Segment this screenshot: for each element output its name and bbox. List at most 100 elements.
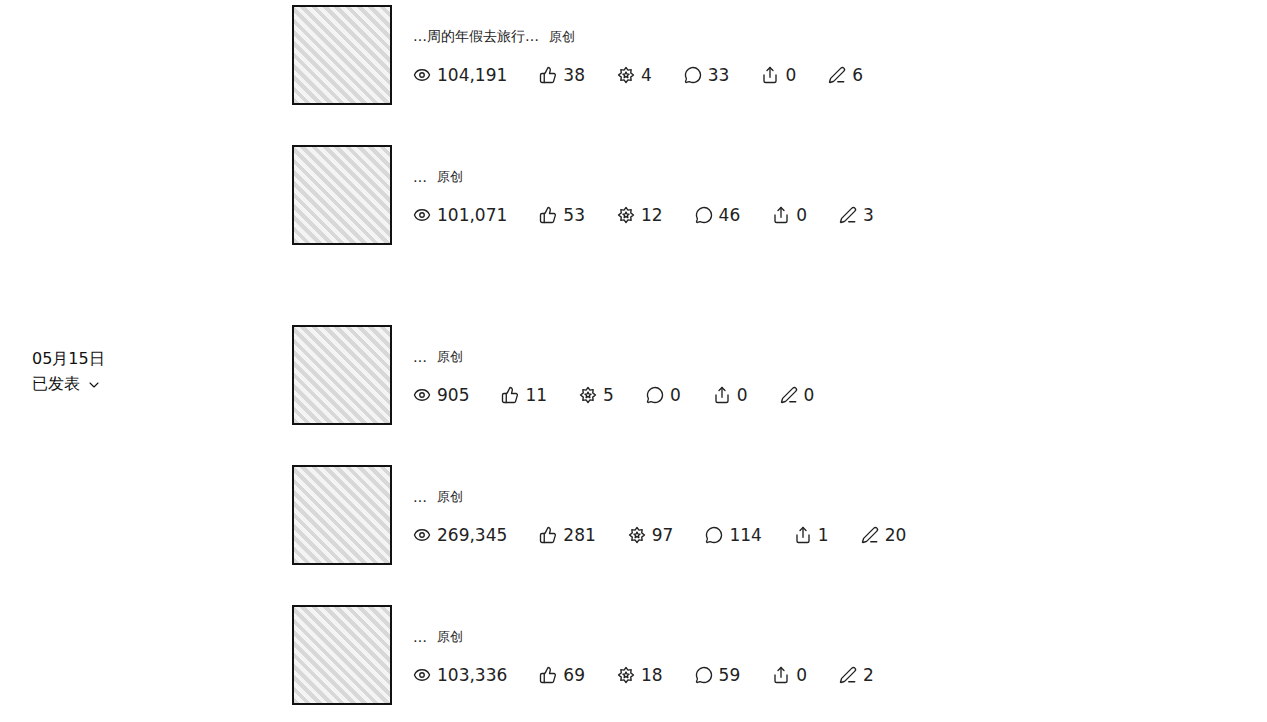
thumbs-up-icon [539, 666, 557, 684]
thumbs-up-icon [539, 206, 557, 224]
shares-stat: 1 [794, 525, 829, 545]
comments-stat: 114 [705, 525, 761, 545]
likes-stat: 69 [539, 665, 585, 685]
comment-icon [705, 526, 723, 544]
notes-stat: 0 [780, 385, 815, 405]
wow-icon [617, 66, 635, 84]
article-content: … 原创 269,345 281 97 114 1 20 [413, 465, 992, 565]
views-stat: 269,345 [413, 525, 507, 545]
thumbs-up-icon [539, 526, 557, 544]
stats-row: 101,071 53 12 46 0 3 [413, 205, 992, 225]
article-title[interactable]: … [413, 489, 427, 505]
title-line: … 原创 [413, 625, 992, 649]
pen-icon [839, 666, 857, 684]
article-thumbnail[interactable] [292, 465, 392, 565]
article-title[interactable]: … [413, 629, 427, 645]
eye-icon [413, 206, 431, 224]
article-row[interactable]: … 原创 905 11 5 0 0 0 [292, 325, 992, 425]
article-title[interactable]: … [413, 169, 427, 185]
eye-icon [413, 526, 431, 544]
article-thumbnail[interactable] [292, 605, 392, 705]
article-row[interactable]: … 原创 101,071 53 12 46 0 3 [292, 145, 992, 245]
likes-stat: 38 [539, 65, 585, 85]
article-title[interactable]: …周的年假去旅行… [413, 28, 539, 46]
stats-row: 905 11 5 0 0 0 [413, 385, 992, 405]
notes-stat: 2 [839, 665, 874, 685]
shares-stat: 0 [761, 65, 796, 85]
eye-icon [413, 666, 431, 684]
original-badge: 原创 [437, 488, 463, 506]
share-icon [713, 386, 731, 404]
stats-row: 104,1913843306 [413, 65, 992, 85]
title-line: … 原创 [413, 345, 992, 369]
article-content: … 原创 905 11 5 0 0 0 [413, 325, 992, 425]
article-title[interactable]: … [413, 349, 427, 365]
pen-icon [780, 386, 798, 404]
article-content: …周的年假去旅行…原创104,1913843306 [413, 5, 992, 105]
date-column: 05月15日已发表 [32, 325, 292, 705]
share-icon [772, 206, 790, 224]
thumbs-up-icon [501, 386, 519, 404]
wows-stat: 12 [617, 205, 663, 225]
article-row[interactable]: … 原创 269,345 281 97 114 1 20 [292, 465, 992, 565]
notes-stat: 3 [839, 205, 874, 225]
original-badge: 原创 [437, 628, 463, 646]
article-content: …原创103,33669185902 [413, 605, 992, 705]
title-line: … 原创 [413, 485, 992, 509]
article-thumbnail[interactable] [292, 325, 392, 425]
article-content: … 原创 101,071 53 12 46 0 3 [413, 145, 992, 245]
comments-stat: 46 [695, 205, 741, 225]
likes-stat: 281 [539, 525, 595, 545]
notes-stat: 6 [828, 65, 863, 85]
views-stat: 101,071 [413, 205, 507, 225]
original-badge: 原创 [549, 28, 575, 46]
pen-icon [839, 206, 857, 224]
comments-stat: 59 [695, 665, 741, 685]
pen-icon [861, 526, 879, 544]
wows-stat: 4 [617, 65, 652, 85]
article-thumbnail[interactable] [292, 5, 392, 105]
wows-stat: 97 [628, 525, 674, 545]
article-rows: … 原创 905 11 5 0 0 0 … 原创 269,345 281 97 114 1 20 … 原创 103,… [292, 325, 992, 705]
article-rows: …周的年假去旅行…原创104,1913843306…原创101,07153124… [292, 5, 992, 245]
article-row[interactable]: …周的年假去旅行…原创104,1913843306 [292, 5, 992, 105]
stats-row: 103,33669185902 [413, 665, 992, 685]
shares-stat: 0 [713, 385, 748, 405]
chevron-down-icon [86, 377, 102, 393]
eye-icon [413, 66, 431, 84]
wows-stat: 5 [579, 385, 614, 405]
share-icon [761, 66, 779, 84]
views-stat: 905 [413, 385, 469, 405]
notes-stat: 20 [861, 525, 907, 545]
comments-stat: 33 [684, 65, 730, 85]
eye-icon [413, 386, 431, 404]
shares-stat: 0 [772, 205, 807, 225]
article-list: …周的年假去旅行…原创104,1913843306…原创101,07153124… [0, 0, 1267, 722]
stats-row: 269,345 281 97 114 1 20 [413, 525, 992, 545]
views-stat: 103,336 [413, 665, 507, 685]
publish-date: 05月15日 [32, 349, 292, 370]
wow-icon [628, 526, 646, 544]
date-column [32, 5, 292, 245]
comment-icon [695, 206, 713, 224]
wow-icon [579, 386, 597, 404]
share-icon [794, 526, 812, 544]
pen-icon [828, 66, 846, 84]
status-dropdown[interactable]: 已发表 [32, 374, 292, 395]
title-line: …周的年假去旅行… 原创 [413, 25, 992, 49]
comment-icon [684, 66, 702, 84]
article-thumbnail[interactable] [292, 145, 392, 245]
original-badge: 原创 [437, 168, 463, 186]
title-line: … 原创 [413, 165, 992, 189]
date-group: …周的年假去旅行…原创104,1913843306…原创101,07153124… [32, 5, 1267, 245]
likes-stat: 11 [501, 385, 547, 405]
article-row[interactable]: …原创103,33669185902 [292, 605, 992, 705]
likes-stat: 53 [539, 205, 585, 225]
date-group: 05月15日已发表 … 原创 905 11 5 0 0 0 … 原创 269,345 281 97 114 1… [32, 325, 1267, 705]
comment-icon [695, 666, 713, 684]
comments-stat: 0 [646, 385, 681, 405]
original-badge: 原创 [437, 348, 463, 366]
wows-stat: 18 [617, 665, 663, 685]
thumbs-up-icon [539, 66, 557, 84]
comment-icon [646, 386, 664, 404]
